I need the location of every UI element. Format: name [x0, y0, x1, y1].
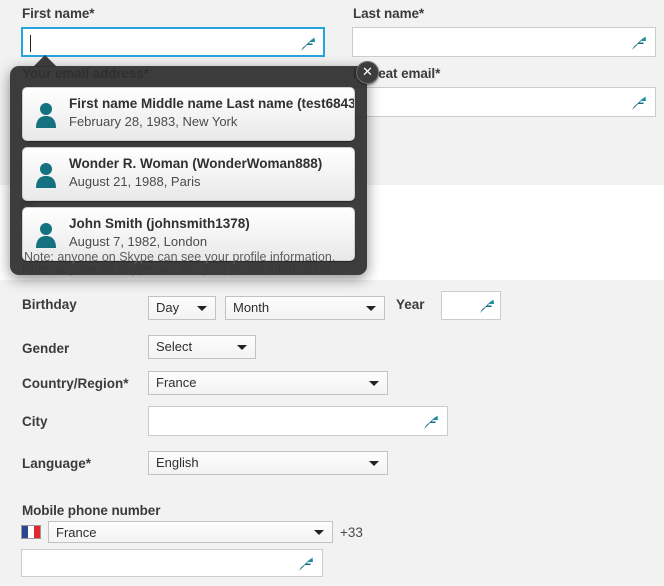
- birthday-year-input[interactable]: [441, 291, 501, 320]
- country-select[interactable]: France: [148, 371, 388, 395]
- lastpass-fill-icon[interactable]: [421, 414, 441, 430]
- lastpass-fill-icon[interactable]: [629, 35, 649, 51]
- first-name-label: First name*: [22, 6, 95, 21]
- language-label: Language*: [22, 456, 92, 471]
- person-icon: [35, 162, 57, 188]
- lastpass-fill-icon[interactable]: [477, 298, 497, 314]
- suggestion-details: February 28, 1983, New York: [69, 114, 238, 129]
- gender-value: Select: [156, 339, 193, 354]
- popup-pointer: [33, 55, 57, 67]
- country-label: Country/Region*: [22, 376, 129, 391]
- gender-label: Gender: [22, 341, 70, 356]
- signup-form-page: First name* Last name* Your email addres…: [0, 0, 664, 586]
- chevron-down-icon: [314, 530, 324, 535]
- close-icon[interactable]: ✕: [356, 61, 379, 84]
- dial-code: +33: [340, 525, 363, 540]
- france-flag-icon: [21, 525, 41, 539]
- birthday-month-value: Month: [233, 300, 270, 315]
- birthday-day-select[interactable]: Day: [148, 296, 216, 320]
- mobile-phone-label: Mobile phone number: [22, 503, 161, 518]
- chevron-down-icon: [237, 345, 247, 350]
- suggestion-name: First name Middle name Last name (test68…: [69, 96, 355, 111]
- repeat-email-input[interactable]: [352, 87, 656, 117]
- list-item[interactable]: First name Middle name Last name (test68…: [22, 87, 355, 141]
- suggestion-details: August 21, 1988, Paris: [69, 174, 201, 189]
- chevron-down-icon: [369, 381, 379, 386]
- lastpass-fill-icon[interactable]: [298, 36, 318, 52]
- text-caret: [30, 35, 31, 52]
- chevron-down-icon: [197, 306, 207, 311]
- country-value: France: [156, 375, 197, 390]
- lastpass-fill-icon[interactable]: [629, 95, 649, 111]
- city-input[interactable]: [148, 406, 448, 436]
- person-icon: [35, 222, 57, 248]
- first-name-input[interactable]: [21, 27, 325, 57]
- suggestion-list: First name Middle name Last name (test68…: [22, 87, 355, 267]
- language-value: English: [156, 455, 199, 470]
- gender-select[interactable]: Select: [148, 335, 256, 359]
- chevron-down-icon: [366, 306, 376, 311]
- chevron-down-icon: [369, 461, 379, 466]
- last-name-input[interactable]: [352, 27, 656, 57]
- last-name-label: Last name*: [353, 6, 425, 21]
- city-label: City: [22, 414, 48, 429]
- language-select[interactable]: English: [148, 451, 388, 475]
- birthday-day-value: Day: [156, 300, 180, 315]
- birthday-label: Birthday: [22, 297, 77, 312]
- mobile-country-select[interactable]: France: [48, 521, 333, 543]
- profile-suggestions-popup: ✕ First name Middle name Last name (test…: [10, 55, 379, 275]
- mobile-number-input[interactable]: [21, 549, 323, 577]
- mobile-country-value: France: [56, 525, 97, 540]
- birthday-month-select[interactable]: Month: [225, 296, 385, 320]
- popup-privacy-note: Note: anyone on Skype can see your profi…: [24, 250, 336, 264]
- birthday-year-label: Year: [396, 297, 425, 312]
- suggestion-name: John Smith (johnsmith1378): [69, 216, 250, 231]
- lastpass-fill-icon[interactable]: [296, 556, 316, 572]
- list-item[interactable]: Wonder R. Woman (WonderWoman888) August …: [22, 147, 355, 201]
- suggestion-name: Wonder R. Woman (WonderWoman888): [69, 156, 323, 171]
- suggestion-details: August 7, 1982, London: [69, 234, 208, 249]
- person-icon: [35, 102, 57, 128]
